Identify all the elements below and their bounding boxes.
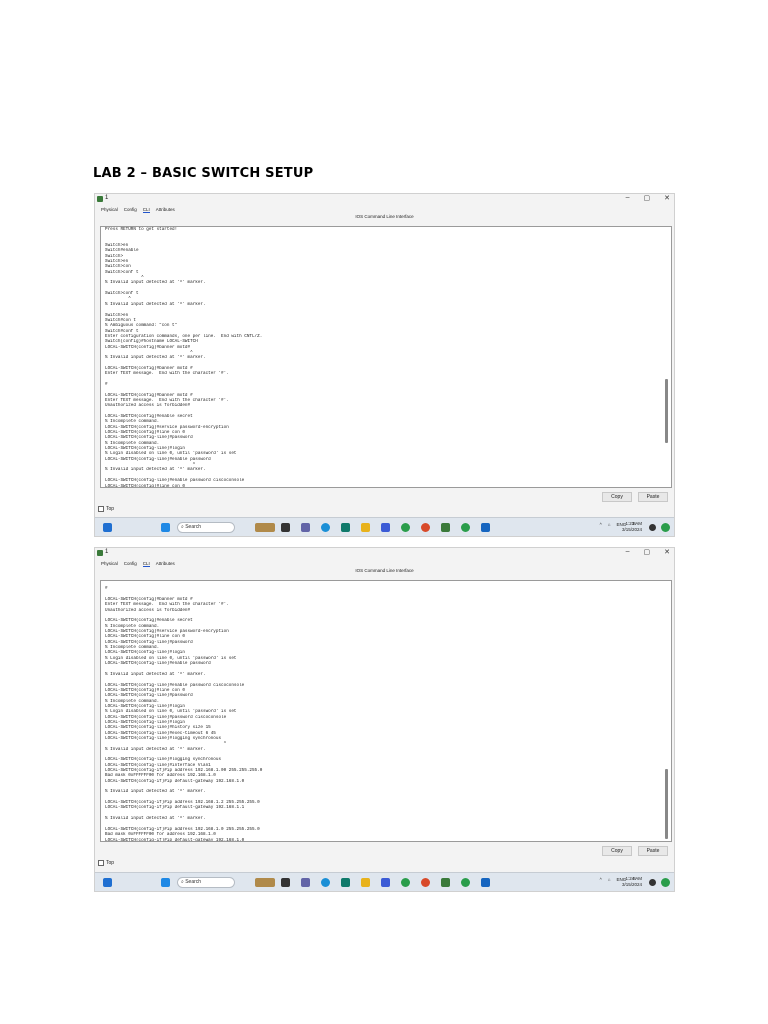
search-box[interactable]: ⌕ Search — [177, 522, 235, 533]
window-title: 1 — [105, 549, 109, 555]
copilot-icon[interactable] — [661, 523, 670, 532]
clock[interactable]: 1:23 AM 3/15/2024 — [622, 521, 642, 532]
minimize-icon[interactable]: – — [626, 548, 630, 556]
tab-physical[interactable]: Physical — [101, 207, 118, 212]
start-icon[interactable] — [161, 523, 170, 532]
cli-header: IOS Command Line Interface — [355, 568, 414, 573]
cli-terminal[interactable]: Press RETURN to get started! Switch>en Swi… — [100, 226, 672, 488]
tab-cli[interactable]: CLI — [142, 207, 150, 213]
tab-bar: Physical Config CLI Attributes — [95, 205, 674, 214]
maximize-icon[interactable]: ▢ — [644, 194, 651, 202]
store-icon[interactable] — [341, 523, 350, 532]
brave-icon[interactable] — [421, 878, 430, 887]
tab-config[interactable]: Config — [124, 207, 137, 212]
tab-config[interactable]: Config — [124, 561, 137, 566]
teams-icon[interactable] — [301, 523, 310, 532]
notification-icon[interactable] — [649, 879, 656, 886]
tab-cli[interactable]: CLI — [142, 561, 150, 567]
maximize-icon[interactable]: ▢ — [644, 548, 651, 556]
top-label: Top — [106, 506, 115, 512]
close-icon[interactable]: ✕ — [664, 548, 670, 556]
cli-terminal[interactable]: # LOCAL-SWITCH(config)#banner motd # Enter… — [100, 580, 672, 842]
top-label: Top — [106, 860, 115, 866]
cli-scrollbar[interactable] — [664, 229, 668, 485]
packet-tracer-icon[interactable] — [441, 878, 450, 887]
top-checkbox[interactable] — [98, 860, 104, 866]
copilot-icon[interactable] — [661, 878, 670, 887]
chrome-icon-2[interactable] — [461, 523, 470, 532]
copy-button[interactable]: Copy — [602, 846, 632, 856]
weather-icon[interactable] — [255, 523, 275, 532]
folder-icon[interactable] — [361, 878, 370, 887]
widgets-icon[interactable] — [103, 523, 112, 532]
cli-line: LOCAL-SWITCH(config-if)#ip default-gatew… — [105, 837, 245, 842]
top-option[interactable]: Top — [98, 860, 114, 866]
top-option[interactable]: Top — [98, 506, 114, 512]
clock-time: 1:23 AM — [625, 521, 642, 526]
chevron-up-icon[interactable]: ^ — [600, 877, 602, 882]
paste-button[interactable]: Paste — [638, 492, 668, 502]
cli-scrollbar[interactable] — [664, 583, 668, 839]
scroll-thumb[interactable] — [665, 379, 668, 443]
network-icon[interactable]: ⌂ — [608, 522, 611, 527]
edge-icon[interactable] — [321, 523, 330, 532]
window-controls: – ▢ ✕ — [626, 194, 670, 202]
window-controls: – ▢ ✕ — [626, 548, 670, 556]
terminal-screenshot-2: 1 – ▢ ✕ Physical Config CLI Attributes I… — [94, 547, 675, 892]
edge-icon[interactable] — [321, 878, 330, 887]
tab-physical[interactable]: Physical — [101, 561, 118, 566]
app-icon — [97, 550, 103, 556]
brave-icon[interactable] — [421, 523, 430, 532]
network-icon[interactable]: ⌂ — [608, 877, 611, 882]
clock-date: 3/15/2024 — [621, 881, 642, 887]
minimize-icon[interactable]: – — [626, 194, 630, 202]
chrome-icon-2[interactable] — [461, 878, 470, 887]
clock[interactable]: 1:24 AM 3/15/2024 — [622, 876, 642, 887]
search-box[interactable]: ⌕ Search — [177, 877, 235, 888]
store-icon[interactable] — [341, 878, 350, 887]
widgets-icon[interactable] — [103, 878, 112, 887]
close-icon[interactable]: ✕ — [664, 194, 670, 202]
scroll-thumb[interactable] — [665, 769, 668, 839]
app-icon — [97, 196, 103, 202]
folder-icon[interactable] — [361, 523, 370, 532]
tab-attributes[interactable]: Attributes — [156, 561, 175, 566]
outlook-icon[interactable] — [481, 878, 490, 887]
page-title: LAB 2 – BASIC SWITCH SETUP — [93, 166, 314, 181]
weather-icon[interactable] — [255, 878, 275, 887]
tab-attributes[interactable]: Attributes — [156, 207, 175, 212]
app-icon-a[interactable] — [381, 878, 390, 887]
app-icon-a[interactable] — [381, 523, 390, 532]
cli-output: Press RETURN to get started! Switch>en Swi… — [105, 227, 659, 488]
file-explorer-icon[interactable] — [281, 523, 290, 532]
notification-icon[interactable] — [649, 524, 656, 531]
outlook-icon[interactable] — [481, 523, 490, 532]
taskbar: ⌕ Search ^ ⌂ ENG ≋ 1:23 AM 3/15/2024 — [95, 517, 674, 536]
cli-line: LOCAL-SWITCH(config)#line con 0 — [105, 483, 185, 488]
top-checkbox[interactable] — [98, 506, 104, 512]
tab-bar: Physical Config CLI Attributes — [95, 559, 674, 568]
search-placeholder: Search — [185, 879, 202, 885]
search-placeholder: Search — [185, 524, 202, 530]
paste-button[interactable]: Paste — [638, 846, 668, 856]
teams-icon[interactable] — [301, 878, 310, 887]
cli-header: IOS Command Line Interface — [355, 214, 414, 219]
window-title: 1 — [105, 195, 109, 201]
cli-output: # LOCAL-SWITCH(config)#banner motd # Enter… — [105, 581, 659, 842]
window-titlebar: 1 – ▢ ✕ — [95, 548, 674, 559]
chrome-icon[interactable] — [401, 523, 410, 532]
file-explorer-icon[interactable] — [281, 878, 290, 887]
chevron-up-icon[interactable]: ^ — [600, 522, 602, 527]
clock-time: 1:24 AM — [625, 876, 642, 881]
chrome-icon[interactable] — [401, 878, 410, 887]
start-icon[interactable] — [161, 878, 170, 887]
terminal-screenshot-1: 1 – ▢ ✕ Physical Config CLI Attributes I… — [94, 193, 675, 537]
clock-date: 3/15/2024 — [621, 526, 642, 532]
packet-tracer-icon[interactable] — [441, 523, 450, 532]
window-titlebar: 1 – ▢ ✕ — [95, 194, 674, 205]
taskbar: ⌕ Search ^ ⌂ ENG ≋ 1:24 AM 3/15/2024 — [95, 872, 674, 891]
copy-button[interactable]: Copy — [602, 492, 632, 502]
